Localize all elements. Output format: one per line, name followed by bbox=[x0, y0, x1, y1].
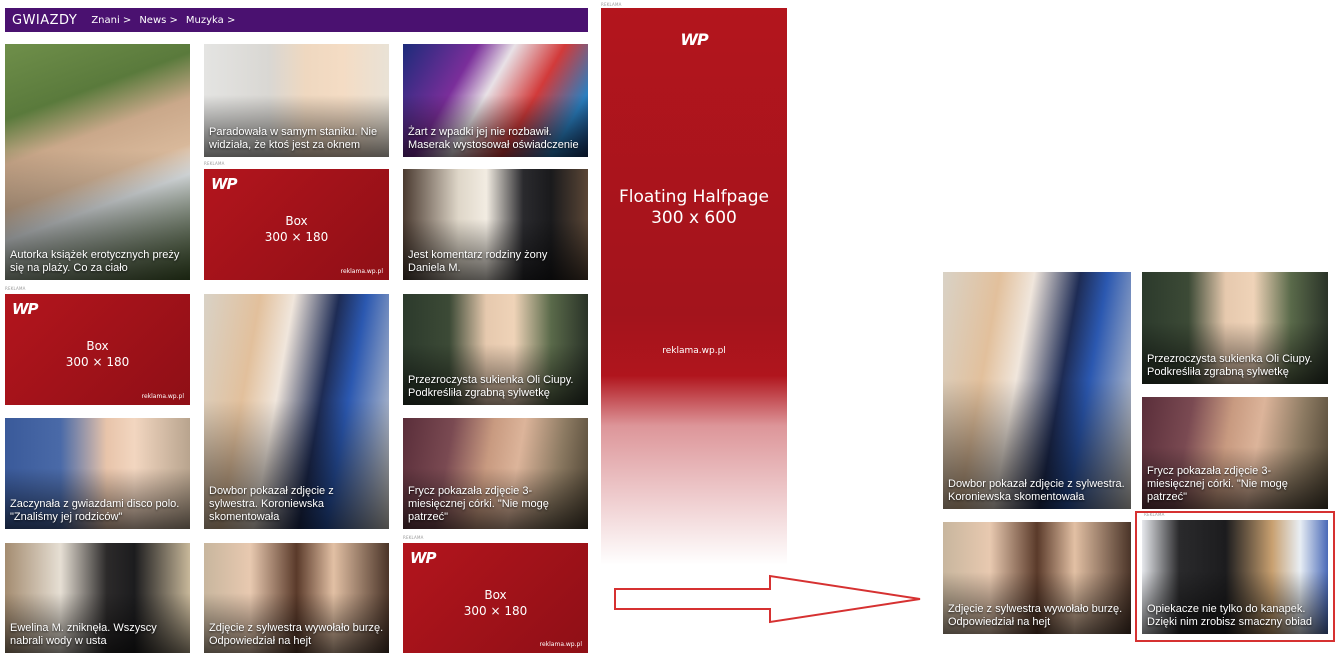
ad-label: REKLAMA bbox=[204, 161, 225, 166]
arrow-right-icon bbox=[614, 574, 921, 624]
wp-logo-icon: WP bbox=[410, 549, 437, 567]
article-caption: Dowbor pokazał zdjęcie z sylwestra. Koro… bbox=[948, 478, 1125, 503]
ad-site: reklama.wp.pl bbox=[662, 346, 726, 356]
wp-logo-icon: WP bbox=[680, 30, 708, 49]
article-tile-wedding[interactable]: Jest komentarz rodziny żony Daniela M. bbox=[403, 169, 588, 280]
nav-link-news[interactable]: News > bbox=[139, 15, 178, 26]
article-caption: Zdjęcie z sylwestra wywołało burzę. Odpo… bbox=[948, 603, 1123, 628]
article-tile-dowbor[interactable]: Dowbor pokazał zdjęcie z sylwestra. Koro… bbox=[204, 294, 389, 529]
article-caption: Przezroczysta sukienka Oli Ciupy. Podkre… bbox=[1147, 353, 1313, 378]
right-tile-frycz[interactable]: Frycz pokazała zdjęcie 3-miesięcznej cór… bbox=[1142, 397, 1328, 509]
ad-floating-halfpage[interactable]: WP Floating Halfpage 300 x 600 reklama.w… bbox=[601, 8, 787, 565]
article-caption: Dowbor pokazał zdjęcie z sylwestra. Koro… bbox=[209, 485, 334, 523]
ad-site: reklama.wp.pl bbox=[539, 641, 582, 648]
section-title-gwiazdy[interactable]: GWIAZDY bbox=[12, 13, 77, 28]
ad-label: REKLAMA bbox=[5, 286, 26, 291]
ad-label: REKLAMA bbox=[601, 2, 622, 7]
article-caption: Frycz pokazała zdjęcie 3-miesięcznej cór… bbox=[408, 485, 549, 523]
article-tile-maserak[interactable]: Żart z wpadki jej nie rozbawił. Maserak … bbox=[403, 44, 588, 157]
article-caption: Paradowała w samym staniku. Nie widziała… bbox=[209, 126, 378, 151]
ad-title: Box bbox=[86, 339, 109, 354]
ad-title: Box bbox=[484, 588, 507, 602]
wp-logo-icon: WP bbox=[12, 300, 39, 318]
wp-logo-icon: WP bbox=[211, 175, 238, 193]
article-caption: Frycz pokazała zdjęcie 3-miesięcznej cór… bbox=[1147, 465, 1288, 503]
ad-label: REKLAMA bbox=[403, 535, 424, 540]
right-tile-sylwester[interactable]: Zdjęcie z sylwestra wywołało burzę. Odpo… bbox=[943, 522, 1131, 634]
right-tile-dowbor[interactable]: Dowbor pokazał zdjęcie z sylwestra. Koro… bbox=[943, 272, 1131, 509]
article-tile-disco-polo[interactable]: Zaczynała z gwiazdami disco polo. "Znali… bbox=[5, 418, 190, 529]
article-caption: Żart z wpadki jej nie rozbawił. Maserak … bbox=[408, 126, 579, 151]
article-caption: Jest komentarz rodziny żony Daniela M. bbox=[408, 249, 548, 274]
ad-size: 300 × 180 bbox=[463, 604, 528, 618]
article-tile-bra[interactable]: Paradowała w samym staniku. Nie widziała… bbox=[204, 44, 389, 157]
article-tile-ewelina[interactable]: Ewelina M. zniknęła. Wszyscy nabrali wod… bbox=[5, 543, 190, 653]
article-caption: Zdjęcie z sylwestra wywołało burzę. Odpo… bbox=[209, 622, 384, 647]
ad-size: 300 × 180 bbox=[264, 230, 329, 245]
article-caption: Ewelina M. zniknęła. Wszyscy nabrali wod… bbox=[10, 622, 157, 647]
ad-site: reklama.wp.pl bbox=[141, 393, 184, 400]
ad-size: 300 × 180 bbox=[65, 355, 130, 370]
ad-size: 300 x 600 bbox=[651, 208, 737, 228]
ad-box-2[interactable]: WP Box 300 × 180 reklama.wp.pl bbox=[5, 294, 190, 405]
category-nav-bar: GWIAZDY Znani > News > Muzyka > bbox=[5, 8, 588, 32]
article-caption: Zaczynała z gwiazdami disco polo. "Znali… bbox=[10, 498, 180, 523]
right-tile-ciupa[interactable]: Przezroczysta sukienka Oli Ciupy. Podkre… bbox=[1142, 272, 1328, 384]
article-tile-ciupa[interactable]: Przezroczysta sukienka Oli Ciupy. Podkre… bbox=[403, 294, 588, 405]
article-caption: Autorka książek erotycznych preży się na… bbox=[10, 249, 180, 274]
ad-title: Box bbox=[285, 214, 308, 229]
ad-site: reklama.wp.pl bbox=[340, 268, 383, 275]
article-tile-sylwester[interactable]: Zdjęcie z sylwestra wywołało burzę. Odpo… bbox=[204, 543, 389, 653]
ad-title: Floating Halfpage bbox=[618, 187, 770, 207]
article-tile-frycz[interactable]: Frycz pokazała zdjęcie 3-miesięcznej cór… bbox=[403, 418, 588, 529]
ad-box-3[interactable]: WP Box 300 × 180 reklama.wp.pl bbox=[403, 543, 588, 653]
article-tile-beach[interactable]: Autorka książek erotycznych preży się na… bbox=[5, 44, 190, 280]
ad-box-1[interactable]: WP Box 300 × 180 reklama.wp.pl bbox=[204, 169, 389, 280]
article-caption: Przezroczysta sukienka Oli Ciupy. Podkre… bbox=[408, 374, 574, 399]
nav-link-znani[interactable]: Znani > bbox=[91, 15, 131, 26]
nav-link-muzyka[interactable]: Muzyka > bbox=[186, 15, 235, 26]
highlight-frame bbox=[1135, 511, 1335, 642]
